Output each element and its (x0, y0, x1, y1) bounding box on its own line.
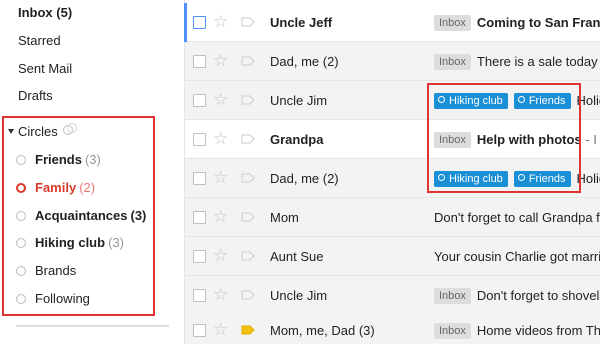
importance-marker-important-icon[interactable] (241, 325, 255, 335)
circle-count: (3) (84, 152, 101, 167)
circle-ring-icon (16, 182, 26, 193)
circle-ring-icon (16, 210, 26, 221)
circles-icon (62, 122, 78, 136)
circle-item-acquaintances[interactable]: Acquaintances (3) (16, 206, 146, 226)
nav-divider (16, 325, 169, 327)
message-row[interactable]: ☆ Aunt Sue Your cousin Charlie got marri… (185, 237, 600, 276)
star-icon[interactable]: ☆ (213, 320, 228, 340)
circle-name: Friends (35, 152, 82, 167)
star-icon[interactable]: ☆ (213, 129, 228, 149)
select-checkbox[interactable] (193, 172, 206, 185)
nav-sent-mail[interactable]: Sent Mail (18, 59, 72, 79)
circle-name: Hiking club (35, 235, 106, 250)
message-preview: Inbox Coming to San Francisco (434, 3, 600, 42)
sender: Aunt Sue (270, 249, 324, 264)
label-inbox[interactable]: Inbox (434, 287, 471, 304)
circle-name: Brands (35, 263, 77, 278)
subject: There is a sale today on (476, 54, 600, 69)
importance-marker-icon[interactable] (241, 173, 255, 183)
sender: Dad, me (2) (270, 54, 339, 69)
circle-item-following[interactable]: Following (16, 289, 93, 309)
message-row[interactable]: ☆ Mom, me, Dad (3) Inbox Home videos from… (185, 311, 600, 344)
importance-marker-icon[interactable] (241, 17, 255, 27)
circle-ring-icon (16, 293, 26, 304)
label-inbox[interactable]: Inbox (434, 322, 471, 339)
circles-section: Circles Friends (3) Family (2) Acquaintanc… (2, 116, 155, 316)
message-preview: Inbox Don't forget to shovel (434, 276, 600, 315)
left-nav: Inbox (5) Starred Sent Mail Drafts Circl… (0, 0, 170, 344)
circle-item-family[interactable]: Family (2) (16, 178, 95, 198)
importance-marker-icon[interactable] (241, 134, 255, 144)
sender: Grandpa (270, 132, 324, 147)
message-row[interactable]: ☆ Dad, me (2) Inbox There is a sale today… (185, 42, 600, 81)
select-checkbox[interactable] (193, 289, 206, 302)
star-icon[interactable]: ☆ (213, 207, 228, 227)
select-checkbox[interactable] (193, 250, 206, 263)
star-icon[interactable]: ☆ (213, 51, 228, 71)
circles-heading[interactable]: Circles (8, 123, 58, 141)
circle-count: (3) (130, 208, 147, 223)
star-icon[interactable]: ☆ (213, 246, 228, 266)
message-row[interactable]: ☆ Uncle Jeff Inbox Coming to San Francisc… (184, 3, 600, 42)
circle-count: (2) (79, 180, 96, 195)
subject: Coming to San Francisco (476, 15, 600, 30)
sender: Uncle Jim (270, 288, 328, 303)
circle-name: Family (35, 180, 77, 195)
importance-marker-icon[interactable] (241, 95, 255, 105)
circle-ring-icon (16, 265, 26, 276)
importance-marker-icon[interactable] (241, 290, 255, 300)
circle-ring-icon (16, 154, 26, 165)
labels-highlight-box (427, 83, 581, 193)
snippet: - I am (585, 132, 600, 147)
subject: Don't forget to shovel (476, 288, 600, 303)
message-preview: Your cousin Charlie got married (434, 237, 600, 276)
star-icon[interactable]: ☆ (213, 90, 228, 110)
circle-name: Acquaintances (35, 208, 128, 223)
select-checkbox[interactable] (193, 55, 206, 68)
subject: Your cousin Charlie got married (434, 249, 600, 264)
select-checkbox[interactable] (193, 94, 206, 107)
circle-count: (3) (108, 235, 124, 250)
sender: Uncle Jeff (270, 15, 333, 30)
select-checkbox[interactable] (193, 211, 206, 224)
sender: Mom, me, Dad (3) (270, 323, 375, 338)
circle-name: Following (35, 291, 90, 306)
circle-ring-icon (16, 237, 26, 248)
message-preview: Inbox Home videos from Thanksgiving (434, 311, 600, 344)
nav-inbox[interactable]: Inbox (5) (18, 3, 72, 23)
sender: Dad, me (2) (270, 171, 339, 186)
subject: Home videos from Thanksgiving (476, 323, 600, 338)
select-checkbox[interactable] (193, 16, 206, 29)
nav-drafts[interactable]: Drafts (18, 86, 53, 106)
collapse-arrow-icon[interactable] (8, 129, 14, 135)
sender: Uncle Jim (270, 93, 328, 108)
select-checkbox[interactable] (193, 324, 206, 337)
message-preview: Don't forget to call Grandpa for his (434, 198, 600, 237)
subject: Don't forget to call Grandpa for his (434, 210, 600, 225)
circles-heading-label: Circles (18, 124, 58, 139)
label-inbox[interactable]: Inbox (434, 14, 471, 31)
circle-item-friends[interactable]: Friends (3) (16, 150, 101, 170)
circle-item-brands[interactable]: Brands (16, 261, 79, 281)
importance-marker-icon[interactable] (241, 56, 255, 66)
importance-marker-icon[interactable] (241, 251, 255, 261)
star-icon[interactable]: ☆ (213, 168, 228, 188)
importance-marker-icon[interactable] (241, 212, 255, 222)
sender: Mom (270, 210, 299, 225)
nav-starred[interactable]: Starred (18, 31, 61, 51)
star-icon[interactable]: ☆ (213, 285, 228, 305)
message-row[interactable]: ☆ Mom Don't forget to call Grandpa for h… (185, 198, 600, 237)
select-checkbox[interactable] (193, 133, 206, 146)
label-inbox[interactable]: Inbox (434, 53, 471, 70)
circle-item-hiking-club[interactable]: Hiking club (3) (16, 233, 124, 253)
star-icon[interactable]: ☆ (213, 12, 228, 32)
message-preview: Inbox There is a sale today on (434, 42, 600, 81)
message-row[interactable]: ☆ Uncle Jim Inbox Don't forget to shovel (185, 276, 600, 315)
